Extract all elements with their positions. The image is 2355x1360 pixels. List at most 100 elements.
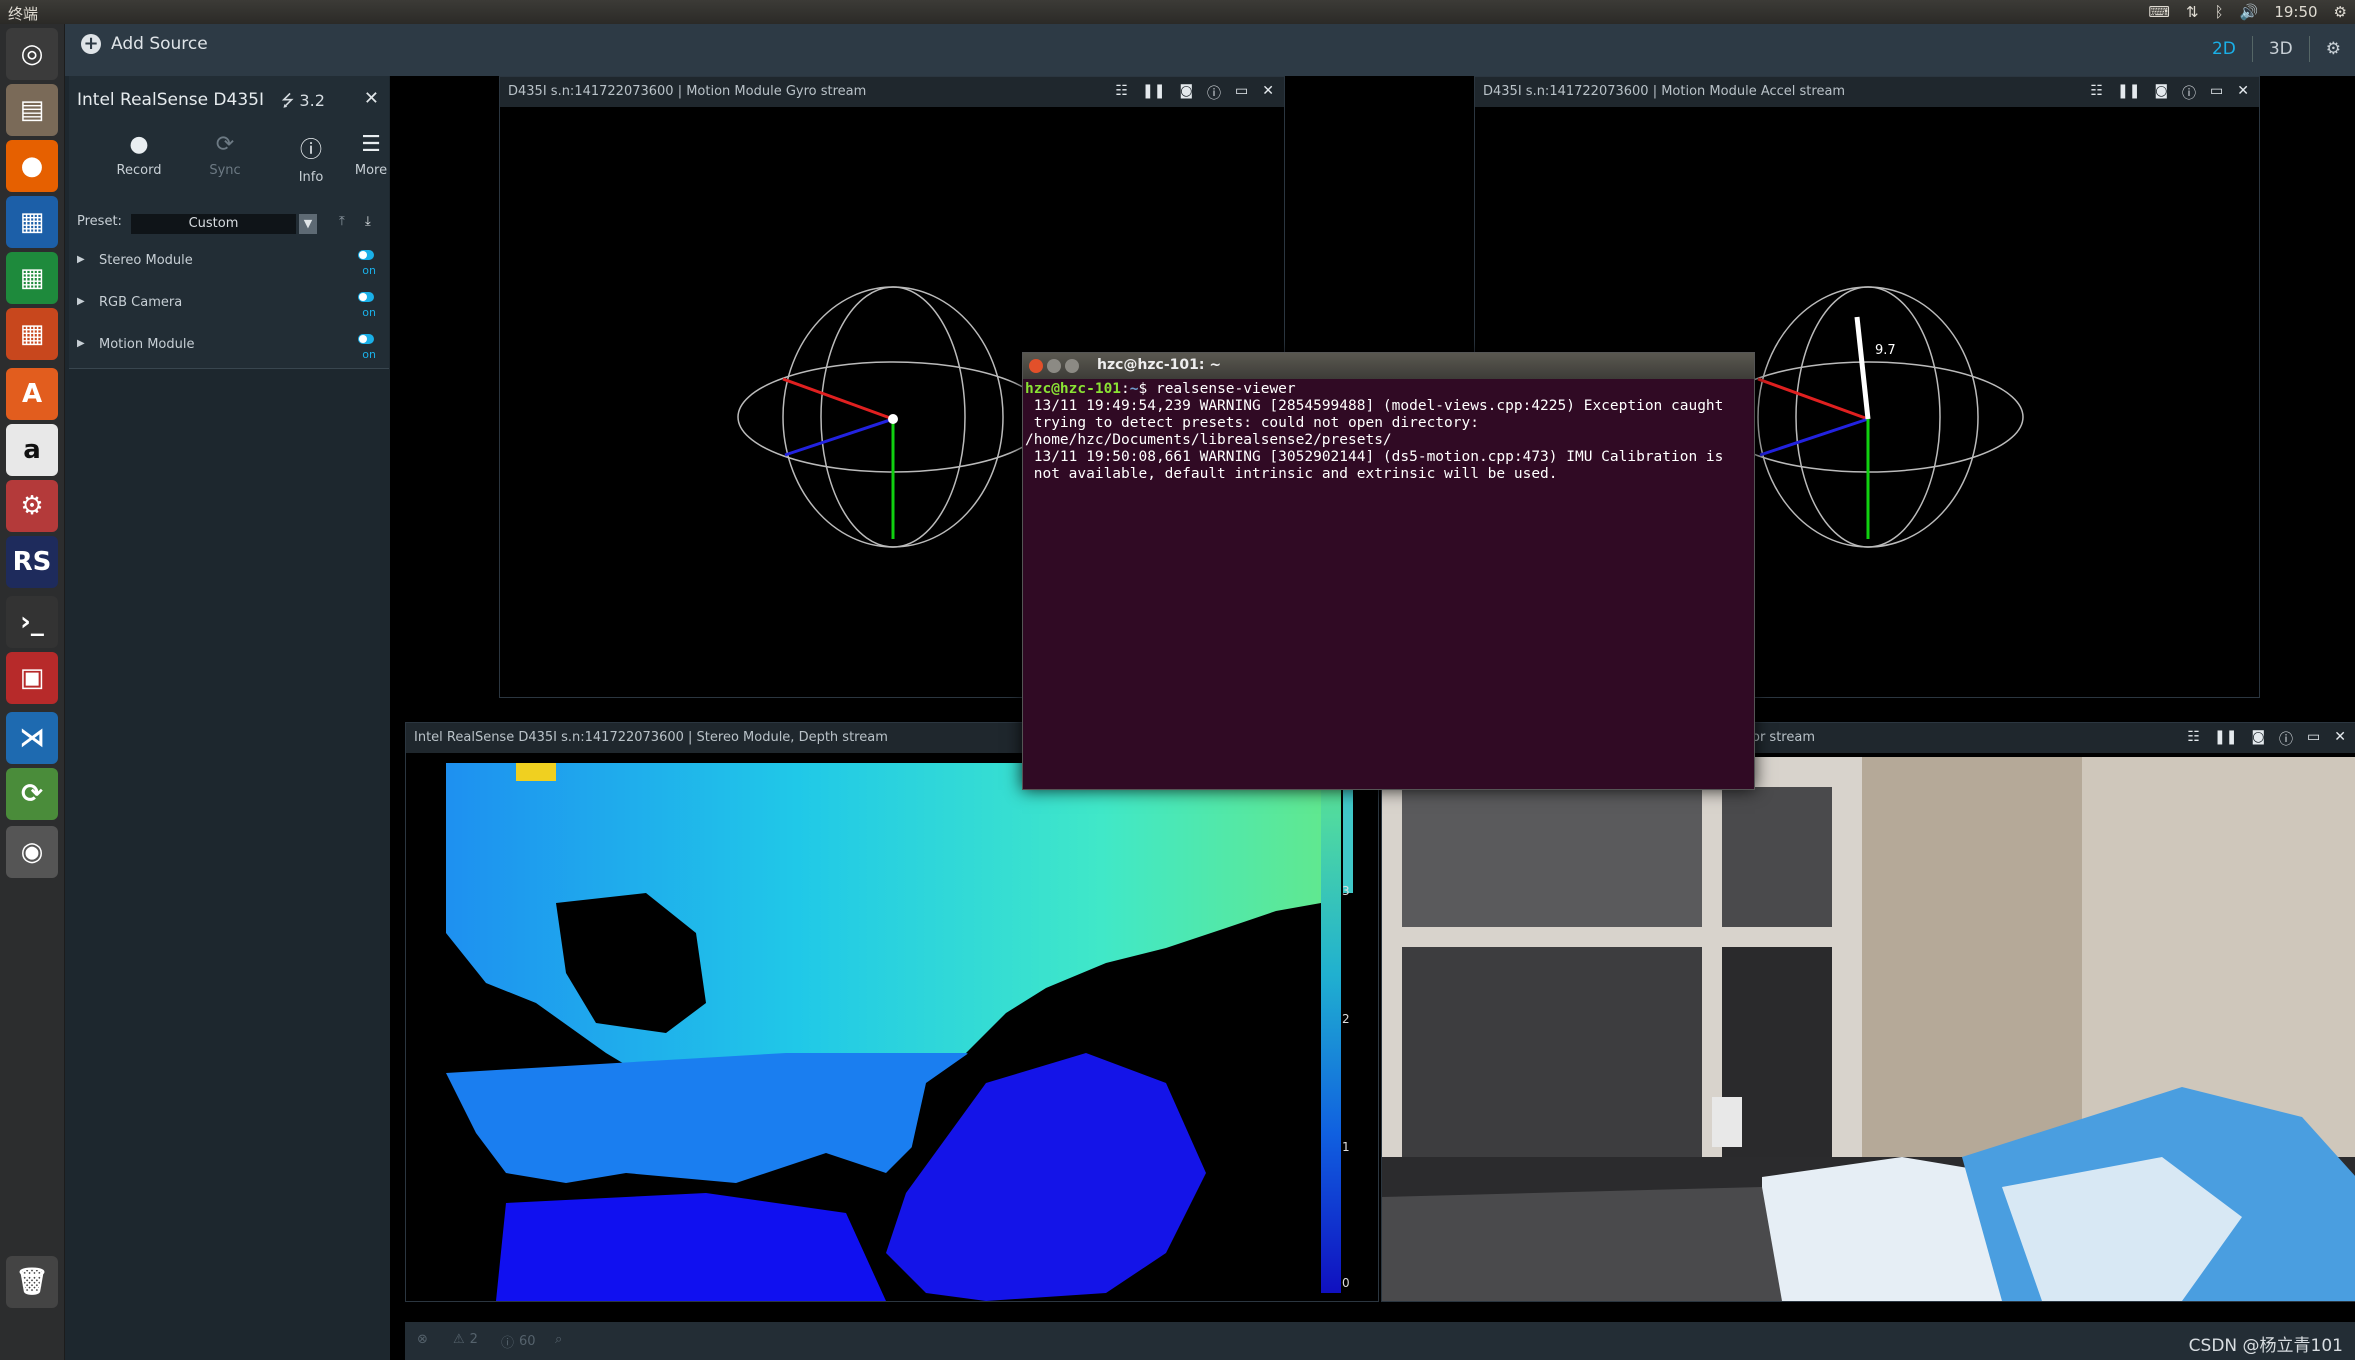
module-toggle[interactable]	[358, 334, 374, 344]
power-gear-icon[interactable]: ⚙	[2334, 3, 2347, 21]
preset-label: Preset:	[77, 214, 122, 229]
close-window-icon[interactable]	[1029, 359, 1043, 373]
terminal-content[interactable]: hzc@hzc-101:~$ realsense-viewer 13/11 19…	[1025, 381, 1752, 483]
keyboard-icon[interactable]: ⌨	[2148, 3, 2170, 21]
expand-triangle-icon[interactable]: ▶	[77, 338, 85, 349]
clock[interactable]: 19:50	[2274, 3, 2317, 21]
minimize-window-icon[interactable]	[1047, 359, 1061, 373]
list-icon[interactable]: ☷	[2187, 729, 2200, 749]
stream-title: D435I s.n:141722073600 | Motion Module G…	[508, 84, 867, 99]
ubuntu-dash-icon[interactable]: ◎	[6, 28, 58, 80]
view-2d-button[interactable]: 2D	[2212, 39, 2236, 59]
toggle-state: on	[362, 264, 376, 277]
files-icon[interactable]: ▤	[6, 84, 58, 136]
expand-triangle-icon[interactable]: ▶	[77, 296, 85, 307]
network-icon[interactable]: ⇅	[2186, 3, 2199, 21]
add-source-label: Add Source	[111, 34, 208, 54]
chevron-down-icon[interactable]: ▼	[299, 214, 317, 234]
view-3d-button[interactable]: 3D	[2269, 39, 2293, 59]
expand-triangle-icon[interactable]: ▶	[77, 254, 85, 265]
settings-gear-icon[interactable]: ⚙	[2326, 39, 2341, 59]
writer-icon[interactable]: ▦	[6, 196, 58, 248]
terminal-titlebar[interactable]: hzc@hzc-101: ~	[1023, 353, 1754, 379]
info-icon[interactable]: ⓘ	[2182, 83, 2196, 103]
info-counter[interactable]: ⓘ 60	[501, 1332, 536, 1351]
maximize-icon[interactable]: ▭	[1235, 83, 1248, 103]
upload-preset-icon[interactable]: ⤒	[339, 214, 345, 229]
clear-log-icon[interactable]: ⊗	[417, 1332, 428, 1347]
list-icon[interactable]: ☷	[2090, 83, 2103, 103]
terminal-window[interactable]: hzc@hzc-101: ~ hzc@hzc-101:~$ realsense-…	[1022, 352, 1755, 790]
list-icon[interactable]: ☷	[1115, 83, 1128, 103]
close-icon[interactable]: ✕	[1262, 83, 1274, 103]
sync-button[interactable]: ⟳ Sync	[189, 132, 261, 178]
close-icon[interactable]: ✕	[2334, 729, 2346, 749]
trash-icon[interactable]: 🗑	[6, 1256, 58, 1308]
depth-scale-label: 1	[1342, 1140, 1350, 1154]
usb-version: ⭍ 3.2	[281, 91, 325, 110]
depth-scale-label: 0	[1342, 1276, 1350, 1290]
camera-icon[interactable]: ◙	[1179, 83, 1193, 103]
stream-title: D435I s.n:141722073600 | Motion Module A…	[1483, 84, 1846, 99]
info-button[interactable]: ⓘ Info	[275, 132, 347, 185]
warnings-counter[interactable]: ⚠ 2	[453, 1332, 478, 1347]
module-label: Motion Module	[99, 337, 195, 352]
system-settings-icon[interactable]: ⚙	[6, 480, 58, 532]
terminal-icon[interactable]: ›_	[6, 596, 58, 648]
maximize-icon[interactable]: ▭	[2307, 729, 2320, 749]
info-icon: ⓘ	[501, 1336, 515, 1351]
status-bar: ⊗ ⚠ 2 ⓘ 60 ⌕ CSDN @杨立青101	[405, 1322, 2355, 1360]
watermark: CSDN @杨立青101	[2188, 1336, 2343, 1356]
record-icon: ●	[129, 132, 149, 157]
stream-title: or stream	[1752, 730, 1815, 745]
module-row-motion[interactable]: ▶ Motion Module on	[77, 330, 382, 366]
viewer-header: + Add Source 2D 3D ⚙	[65, 24, 2355, 76]
unity-launcher: ◎ ▤ ● ▦ ▦ ▦ Aa ⚙ RS ›_ ▣ ⋊ ⟳ ◉ 🗑	[0, 24, 65, 1360]
module-toggle[interactable]	[358, 292, 374, 302]
dvd-icon[interactable]: ◉	[6, 826, 58, 878]
depth-image: 3 2 1 0	[406, 753, 1378, 1301]
search-icon[interactable]: ⌕	[555, 1332, 562, 1347]
volume-icon[interactable]: 🔊	[2240, 3, 2259, 21]
software-center-icon[interactable]: A	[6, 368, 58, 420]
module-toggle[interactable]	[358, 250, 374, 260]
download-preset-icon[interactable]: ⤓	[365, 214, 371, 229]
depth-stream-panel: Intel RealSense D435I s.n:141722073600 |…	[405, 722, 1379, 1302]
record-button[interactable]: ● Record	[103, 132, 175, 178]
camera-icon[interactable]: ◙	[2251, 729, 2265, 749]
preset-select[interactable]: Custom	[131, 214, 296, 234]
camera-icon[interactable]: ◙	[2154, 83, 2168, 103]
terminal-command: realsense-viewer	[1155, 381, 1296, 397]
pause-icon[interactable]: ❚❚	[2214, 729, 2237, 749]
firefox-icon[interactable]: ●	[6, 140, 58, 192]
hamburger-icon: ☰	[361, 132, 381, 157]
amazon-icon[interactable]: a	[6, 424, 58, 476]
info-icon[interactable]: ⓘ	[1207, 83, 1221, 103]
maximize-window-icon[interactable]	[1065, 359, 1079, 373]
maximize-icon[interactable]: ▭	[2210, 83, 2223, 103]
pause-icon[interactable]: ❚❚	[1142, 83, 1165, 103]
pause-icon[interactable]: ❚❚	[2117, 83, 2140, 103]
sync-icon: ⟳	[215, 132, 235, 157]
prompt-path: ~	[1129, 381, 1139, 397]
more-button[interactable]: ☰ More	[341, 132, 401, 178]
workspace-icon[interactable]: ▣	[6, 652, 58, 704]
close-device-icon[interactable]: ✕	[364, 88, 379, 109]
system-tray: ⌨ ⇅ ᛒ 🔊 19:50 ⚙	[2148, 3, 2347, 21]
divider	[2308, 36, 2310, 62]
module-row-rgb[interactable]: ▶ RGB Camera on	[77, 288, 382, 324]
module-label: Stereo Module	[99, 253, 193, 268]
stream-header: D435I s.n:141722073600 | Motion Module G…	[500, 77, 1284, 107]
calc-icon[interactable]: ▦	[6, 252, 58, 304]
bluetooth-icon[interactable]: ᛒ	[2215, 3, 2224, 21]
terminal-title: hzc@hzc-101: ~	[1097, 357, 1222, 373]
impress-icon[interactable]: ▦	[6, 308, 58, 360]
vscode-icon[interactable]: ⋊	[6, 712, 58, 764]
module-row-stereo[interactable]: ▶ Stereo Module on	[77, 246, 382, 282]
update-icon[interactable]: ⟳	[6, 768, 58, 820]
accel-readout: 9.7	[1875, 343, 1896, 358]
realsense-icon[interactable]: RS	[6, 536, 58, 588]
info-icon[interactable]: ⓘ	[2279, 729, 2293, 749]
close-icon[interactable]: ✕	[2237, 83, 2249, 103]
add-source-button[interactable]: + Add Source	[81, 34, 208, 54]
